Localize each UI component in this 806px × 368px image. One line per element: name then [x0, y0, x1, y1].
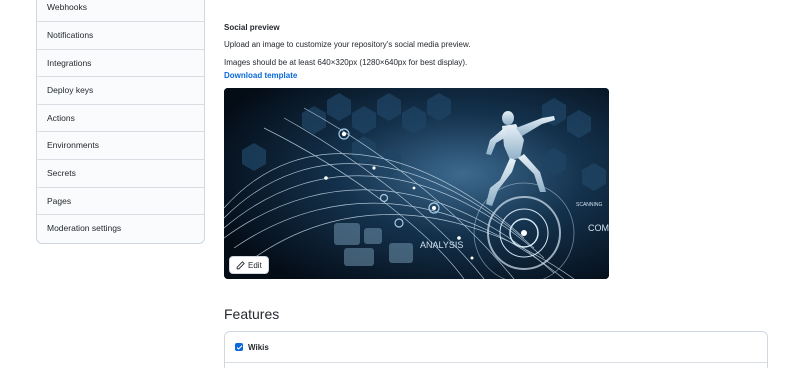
sidebar-item-pages[interactable]: Pages: [37, 187, 204, 216]
checkmark-icon: [236, 344, 242, 350]
social-preview-image: ANALYSIS SCANNING COM Edit: [224, 88, 609, 279]
sidebar-item-moderation-settings[interactable]: Moderation settings: [37, 215, 204, 243]
image-text-analysis: ANALYSIS: [420, 240, 463, 250]
social-preview-requirements: Images should be at least 640×320px (128…: [224, 58, 468, 67]
social-preview-title: Social preview: [224, 23, 280, 32]
sidebar-item-environments[interactable]: Environments: [37, 132, 204, 160]
edit-preview-button[interactable]: Edit: [229, 256, 269, 274]
sidebar-item-webhooks[interactable]: Webhooks: [37, 0, 204, 22]
sidebar-item-deploy-keys[interactable]: Deploy keys: [37, 77, 204, 105]
social-preview-description: Upload an image to customize your reposi…: [224, 40, 471, 49]
social-preview-graphic: ANALYSIS SCANNING COM: [224, 88, 609, 279]
edit-label: Edit: [248, 260, 262, 270]
features-heading: Features: [224, 306, 280, 322]
image-text-com: COM: [588, 223, 609, 233]
sidebar-item-actions[interactable]: Actions: [37, 104, 204, 133]
wikis-checkbox[interactable]: [235, 343, 243, 351]
feature-row-wikis: Wikis: [225, 332, 767, 363]
image-text-scanning: SCANNING: [576, 202, 603, 208]
sidebar-item-notifications[interactable]: Notifications: [37, 22, 204, 50]
sidebar-item-integrations[interactable]: Integrations: [37, 49, 204, 78]
wikis-label: Wikis: [248, 342, 269, 352]
download-template-link[interactable]: Download template: [224, 71, 297, 80]
features-box: Wikis: [224, 331, 768, 368]
sidebar-item-secrets[interactable]: Secrets: [37, 159, 204, 188]
settings-sidebar: Webhooks Notifications Integrations Depl…: [36, 0, 205, 244]
pencil-icon: [236, 260, 245, 270]
